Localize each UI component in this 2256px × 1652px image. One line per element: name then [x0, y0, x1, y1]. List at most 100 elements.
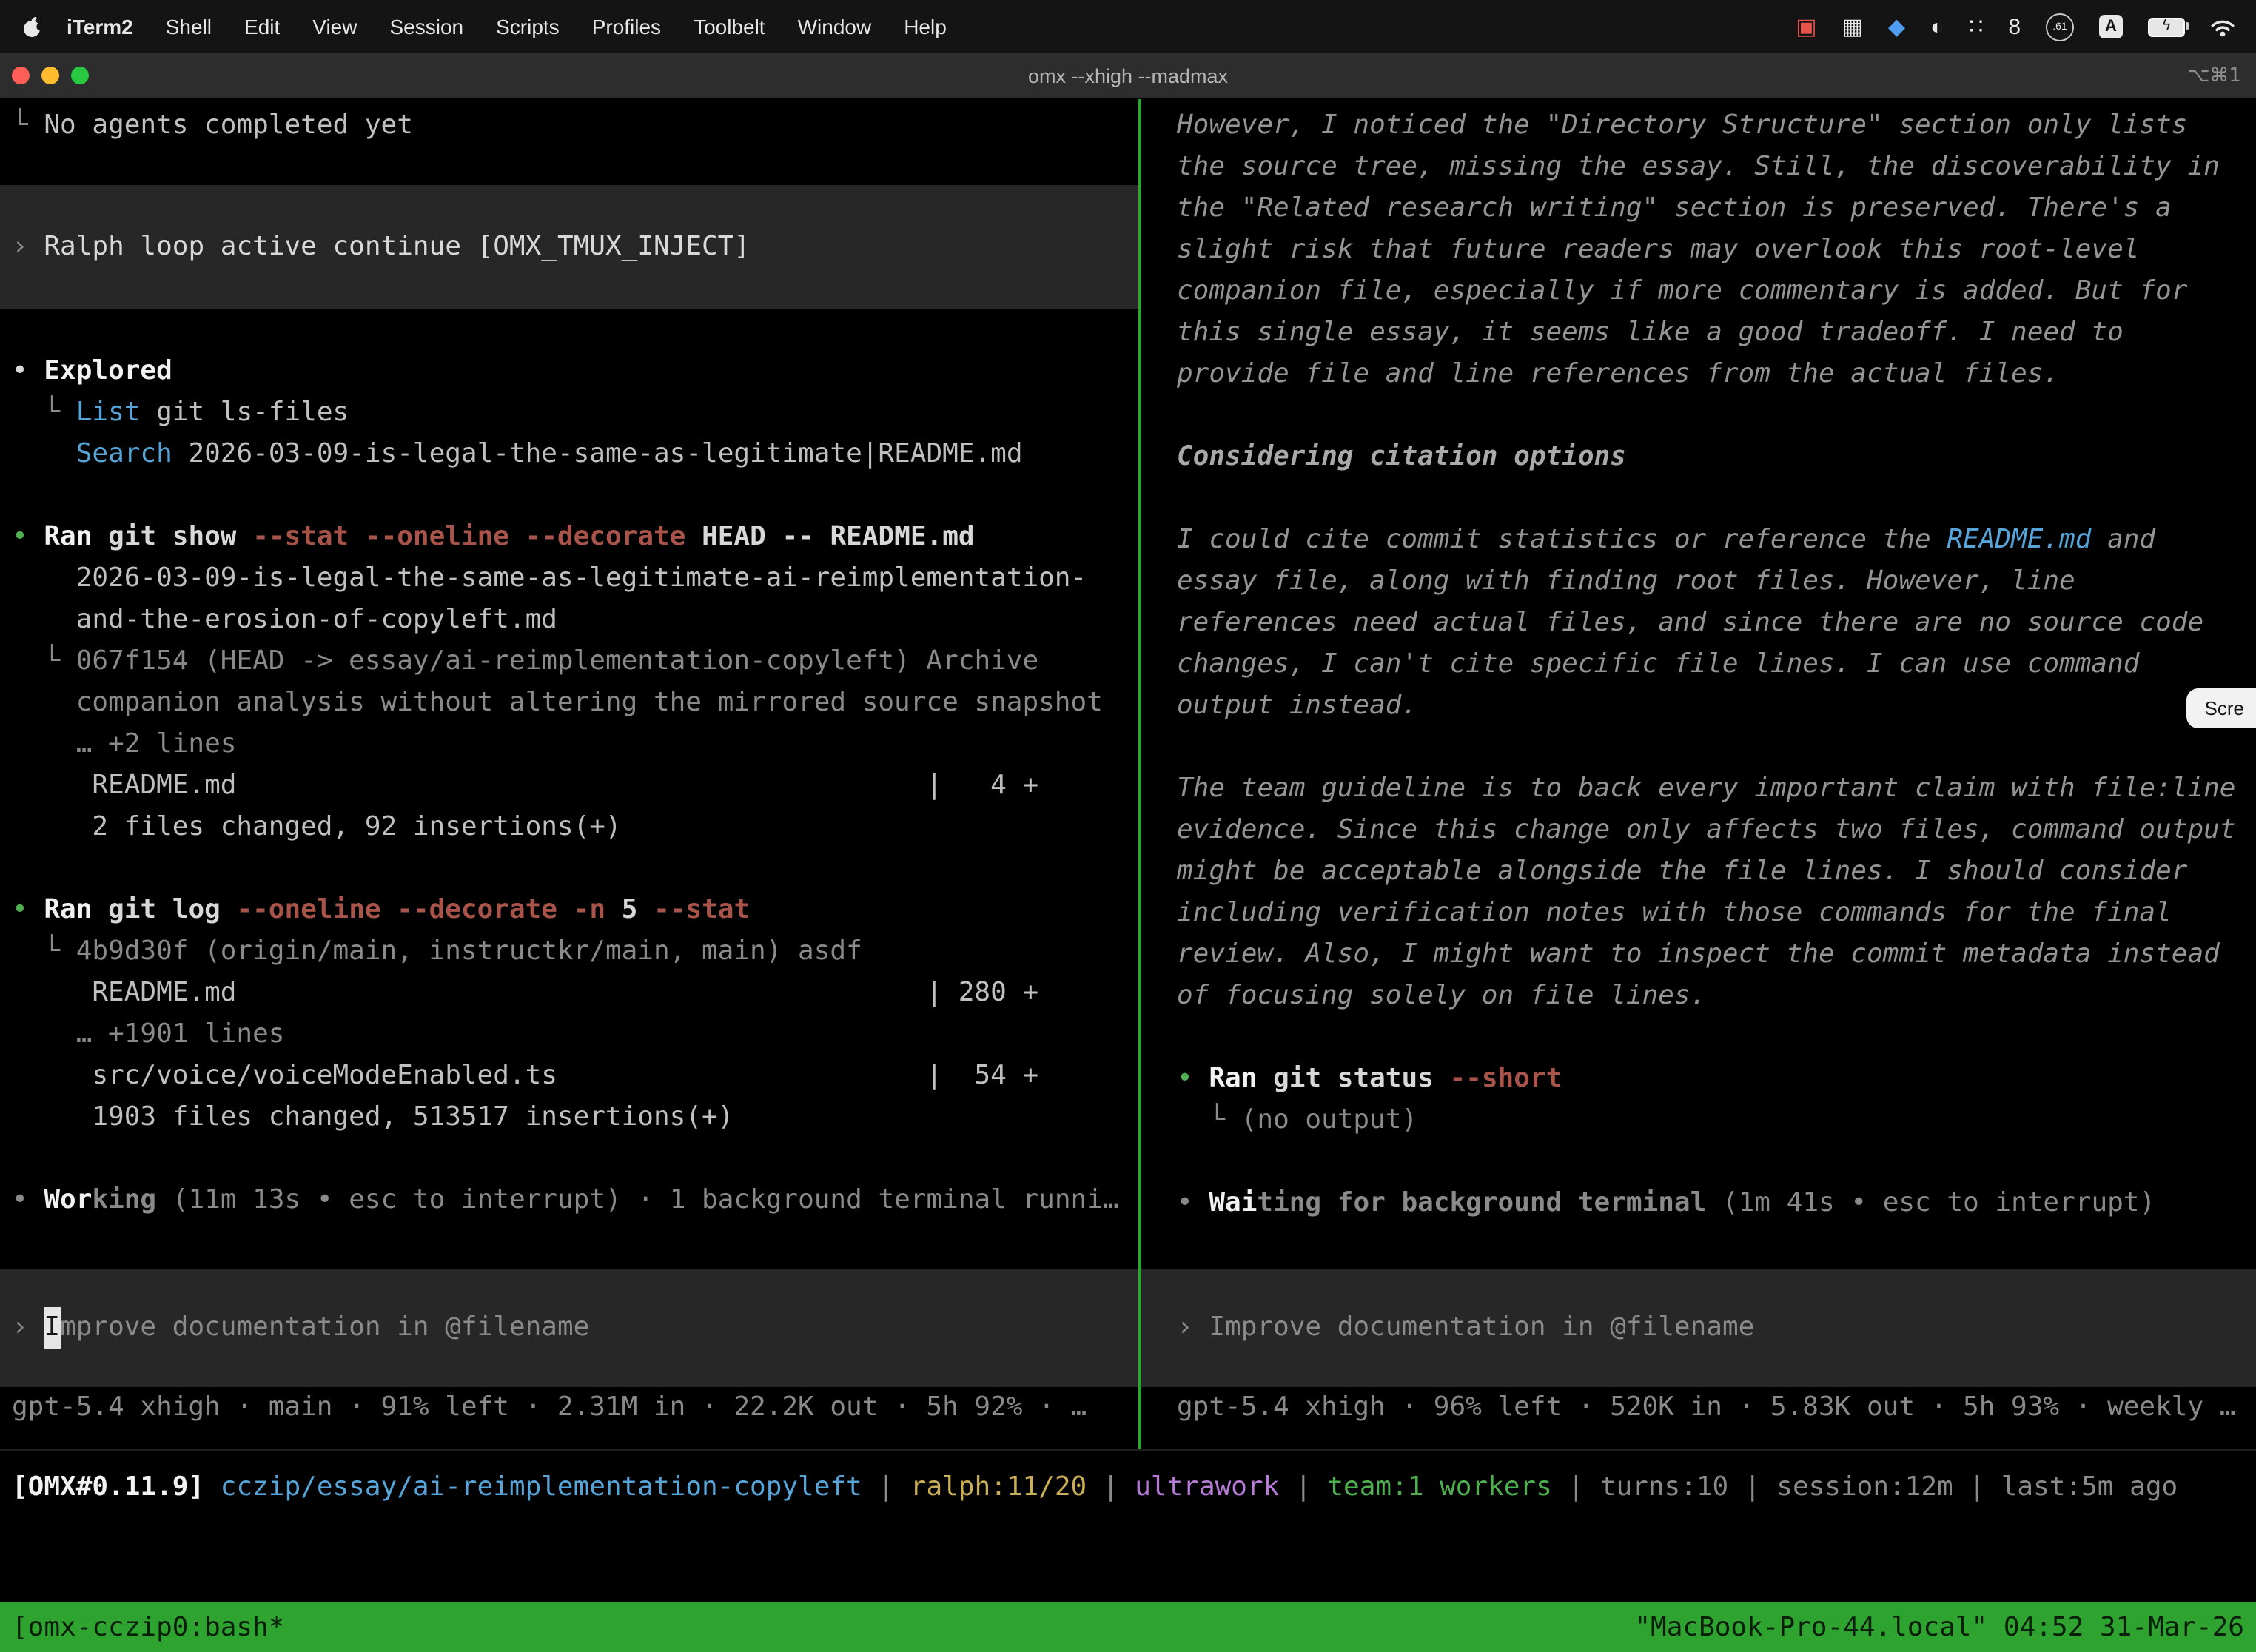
- text-segment: evidence. Since this change only affects…: [1177, 814, 2236, 845]
- menu-edit[interactable]: Edit: [228, 15, 296, 38]
- text-segment: team:1 workers: [1327, 1471, 1551, 1502]
- text-segment: ting for background terminal: [1257, 1187, 1706, 1218]
- text-segment: |: [862, 1471, 910, 1502]
- text-segment: ›: [12, 226, 44, 268]
- digit-8-icon[interactable]: 8: [2008, 16, 2021, 38]
- terminal-line: including verification notes with those …: [1141, 893, 2256, 934]
- text-segment: ultrawork: [1135, 1471, 1279, 1502]
- terminal-line: review. Also, I might want to inspect th…: [1141, 934, 2256, 976]
- text-segment: --short: [1450, 1063, 1562, 1094]
- text-segment: (11m 13s • esc to interrupt) · 1 backgro…: [156, 1184, 1118, 1215]
- right-session-status: gpt-5.4 xhigh · 96% left · 520K in · 5.8…: [1141, 1387, 2256, 1428]
- dots-grid-icon[interactable]: ∷: [1969, 16, 1983, 38]
- text-segment: output instead.: [1177, 690, 1417, 721]
- wifi-icon[interactable]: [2210, 17, 2235, 36]
- menu-iterm2[interactable]: iTerm2: [50, 15, 150, 38]
- text-segment: └: [12, 397, 76, 428]
- tmux-host-clock: "MacBook-Pro-44.local" 04:52 31-Mar-26: [1634, 1611, 2244, 1642]
- terminal-line: └ 067f154 (HEAD -> essay/ai-reimplementa…: [0, 641, 1138, 682]
- menu-toolbelt[interactable]: Toolbelt: [677, 15, 782, 38]
- text-segment: 1903 files changed, 513517 insertions(+): [12, 1101, 733, 1132]
- prompt-chevron: ›: [12, 1307, 44, 1349]
- gauge-icon[interactable]: .61: [2046, 13, 2074, 41]
- minimize-window-button[interactable]: [41, 67, 59, 84]
- text-segment: 067f154 (HEAD -> essay/ai-reimplementati…: [76, 645, 1038, 676]
- text-segment: -n: [574, 894, 605, 925]
- screen: iTerm2ShellEditViewSessionScriptsProfile…: [0, 0, 2256, 1652]
- prompt-chevron: ›: [1177, 1307, 1209, 1349]
- right-terminal-pane[interactable]: However, I noticed the "Directory Struct…: [1141, 99, 2256, 1449]
- terminal-line: The team guideline is to back every impo…: [1141, 768, 2256, 810]
- text-segment: companion file, especially if more comme…: [1177, 275, 2187, 306]
- swirl-app-icon[interactable]: ◐: [1930, 16, 1944, 38]
- screen-record-icon[interactable]: ▣: [1796, 16, 1816, 38]
- text-segment: README.md | 280 +: [12, 977, 1038, 1008]
- right-transcript: However, I noticed the "Directory Struct…: [1141, 105, 2256, 1224]
- left-prompt-input[interactable]: › Improve documentation in @filename: [0, 1269, 1138, 1387]
- text-segment: No agents completed yet: [44, 110, 413, 141]
- text-segment: turns:10: [1600, 1471, 1728, 1502]
- zoom-window-button[interactable]: [71, 67, 89, 84]
- menu-shell[interactable]: Shell: [150, 15, 228, 38]
- input-source-icon[interactable]: A: [2099, 15, 2123, 38]
- terminal-line: • Working (11m 13s • esc to interrupt) ·…: [0, 1180, 1138, 1221]
- battery-icon[interactable]: ϟ: [2148, 17, 2185, 36]
- terminal-line: [1141, 395, 2256, 437]
- terminal-line: 2 files changed, 92 insertions(+): [0, 807, 1138, 848]
- text-segment: git log: [108, 894, 236, 925]
- text-segment: and: [2091, 524, 2155, 555]
- menu-help[interactable]: Help: [887, 15, 963, 38]
- terminal-line: • Ran git status --short: [1141, 1058, 2256, 1100]
- text-segment: 4b9d30f (origin/main, instructkr/main, m…: [76, 936, 862, 967]
- text-segment: last:5m ago: [2001, 1471, 2178, 1502]
- text-segment: Ran: [44, 894, 108, 925]
- terminal-line: [1141, 1141, 2256, 1183]
- window-title-bar[interactable]: omx --xhigh --madmax ⌥⌘1: [0, 53, 2256, 99]
- terminal-line: of focusing solely on file lines.: [1141, 976, 2256, 1017]
- apple-menu-icon[interactable]: [21, 15, 44, 38]
- menu-window[interactable]: Window: [782, 15, 888, 38]
- text-segment: └: [12, 645, 76, 676]
- left-session-status: gpt-5.4 xhigh · main · 91% left · 2.31M …: [0, 1387, 1138, 1428]
- menu-profiles[interactable]: Profiles: [576, 15, 677, 38]
- text-segment: |: [1552, 1471, 1600, 1502]
- text-segment: review. Also, I might want to inspect th…: [1177, 939, 2220, 970]
- text-segment: the "Related research writing" section i…: [1177, 192, 2172, 224]
- close-window-button[interactable]: [12, 67, 30, 84]
- terminal-line: • Ran git log --oneline --decorate -n 5 …: [0, 890, 1138, 931]
- text-segment: |: [1279, 1471, 1327, 1502]
- terminal-line: slight risk that future readers may over…: [1141, 229, 2256, 271]
- omx-status-line: [OMX#0.11.9] cczip/essay/ai-reimplementa…: [12, 1471, 2178, 1502]
- left-terminal-pane[interactable]: └ No agents completed yet › Ralph loop ac…: [0, 99, 1138, 1449]
- menu-view[interactable]: View: [296, 15, 373, 38]
- menu-bar-status-icons: ▣ ▦ ◆ ◐ ∷ 8 .61 Aϟ: [1796, 13, 2235, 41]
- left-transcript: └ No agents completed yet › Ralph loop ac…: [0, 105, 1138, 1221]
- screen-button[interactable]: Scre: [2187, 688, 2256, 728]
- text-segment: of focusing solely on file lines.: [1177, 980, 1706, 1011]
- text-segment: src/voice/voiceModeEnabled.ts | 54 +: [12, 1060, 1038, 1091]
- right-prompt-input[interactable]: › Improve documentation in @filename: [1141, 1269, 2256, 1387]
- text-segment: HEAD -- README.md: [685, 521, 974, 552]
- text-segment: •: [1177, 1187, 1209, 1218]
- text-segment: git ls-files: [140, 397, 349, 428]
- text-segment: changes, I can't cite specific file line…: [1177, 648, 2139, 679]
- text-segment: |: [1953, 1471, 2001, 1502]
- terminal-line: [0, 1138, 1138, 1180]
- terminal-line: [1141, 478, 2256, 520]
- blue-app-icon[interactable]: ◆: [1888, 16, 1905, 38]
- text-segment: Ran: [44, 521, 108, 552]
- terminal-line: src/voice/voiceModeEnabled.ts | 54 +: [0, 1055, 1138, 1097]
- text-segment: Ralph loop active continue [OMX_TMUX_INJ…: [44, 226, 750, 268]
- text-segment: •: [12, 355, 44, 386]
- text-segment: (1m 41s • esc to interrupt): [1706, 1187, 2155, 1218]
- apple-logo: [21, 15, 44, 38]
- menu-scripts[interactable]: Scripts: [480, 15, 576, 38]
- text-segment: Explored: [44, 355, 172, 386]
- text-segment: 2026-03-09-is-legal-the-same-as-legitima…: [172, 438, 1023, 469]
- window-title: omx --xhigh --madmax: [0, 64, 2256, 87]
- bottom-filler: [0, 1522, 2256, 1602]
- window-tiles-icon[interactable]: ▦: [1842, 16, 1863, 38]
- text-segment: cczip/essay/ai-reimplementation-copyleft: [221, 1471, 862, 1502]
- menu-session[interactable]: Session: [373, 15, 480, 38]
- text-segment: Ran: [1209, 1063, 1273, 1094]
